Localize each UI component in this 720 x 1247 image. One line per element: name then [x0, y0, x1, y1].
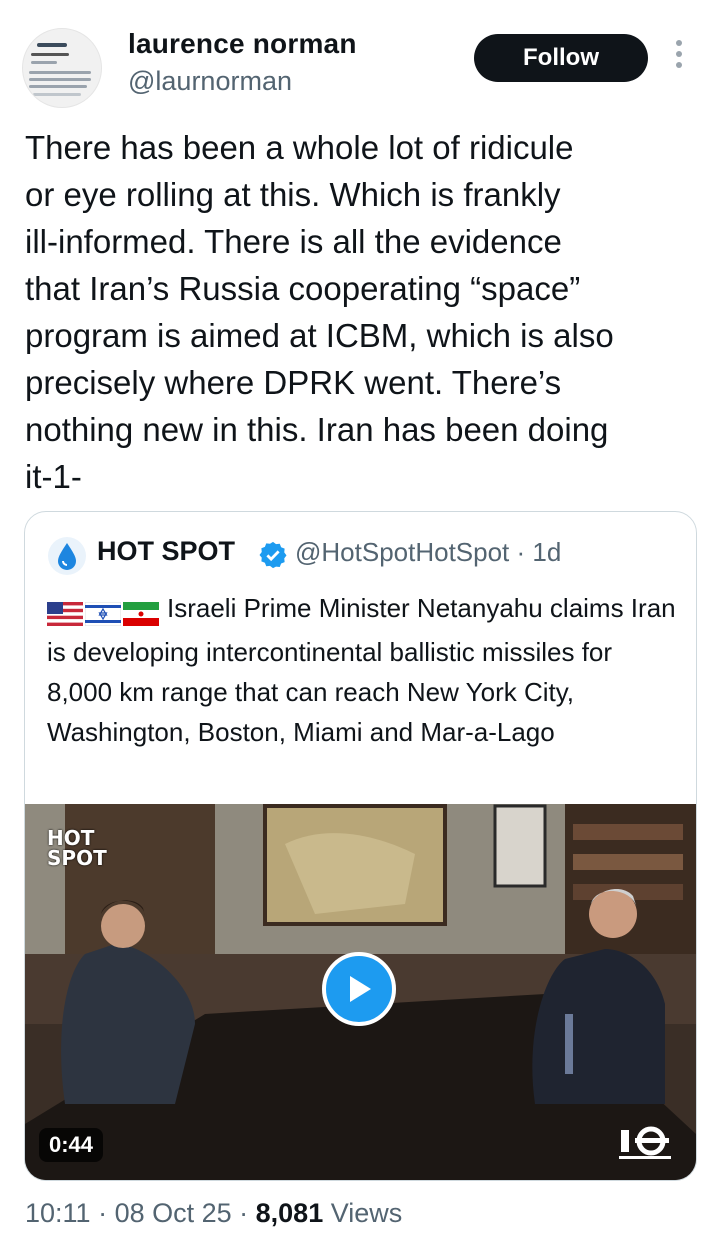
daily-wire-logo-icon: [619, 1126, 671, 1159]
play-icon: [350, 976, 371, 1002]
tweet-time[interactable]: 10:11: [25, 1198, 91, 1228]
watermark-line1: HOT: [47, 826, 95, 850]
play-button[interactable]: [322, 952, 396, 1026]
more-vertical-icon[interactable]: [672, 40, 686, 76]
quote-author-name[interactable]: HOT SPOT: [97, 536, 235, 567]
watermark-line2: SPOT: [47, 846, 107, 870]
views-count: 8,081: [255, 1198, 324, 1228]
us-flag-icon: [47, 602, 83, 627]
quote-handle-time[interactable]: @HotSpotHotSpot · 1d: [295, 537, 561, 568]
verified-icon: [259, 541, 287, 569]
follow-button[interactable]: Follow: [474, 34, 648, 82]
tweet-header: laurence norman @laurnorman Follow: [0, 0, 720, 110]
video-player[interactable]: HOT SPOT 0:44: [25, 804, 696, 1180]
video-duration: 0:44: [39, 1128, 104, 1162]
quoted-tweet[interactable]: HOT SPOT @HotSpotHotSpot · 1d Israeli Pr…: [24, 511, 697, 1181]
author-handle[interactable]: @laurnorman: [128, 66, 292, 97]
tweet-meta: 10:11 · 08 Oct 25 · 8,081 Views: [25, 1198, 403, 1228]
quote-avatar[interactable]: [48, 537, 86, 575]
tweet-date[interactable]: 08 Oct 25: [115, 1198, 232, 1228]
views-label: Views: [330, 1198, 403, 1228]
author-name[interactable]: laurence norman: [128, 28, 357, 60]
water-drop-icon: [58, 543, 76, 570]
hot-spot-watermark: HOT SPOT: [47, 828, 107, 868]
quote-text: Israeli Prime Minister Netanyahu claims …: [47, 588, 677, 752]
israel-flag-icon: [85, 602, 121, 627]
flag-emojis: [47, 592, 161, 632]
avatar[interactable]: [22, 28, 102, 108]
tweet-text: There has been a whole lot of ridicule o…: [25, 129, 614, 495]
iran-flag-icon: [123, 602, 159, 627]
